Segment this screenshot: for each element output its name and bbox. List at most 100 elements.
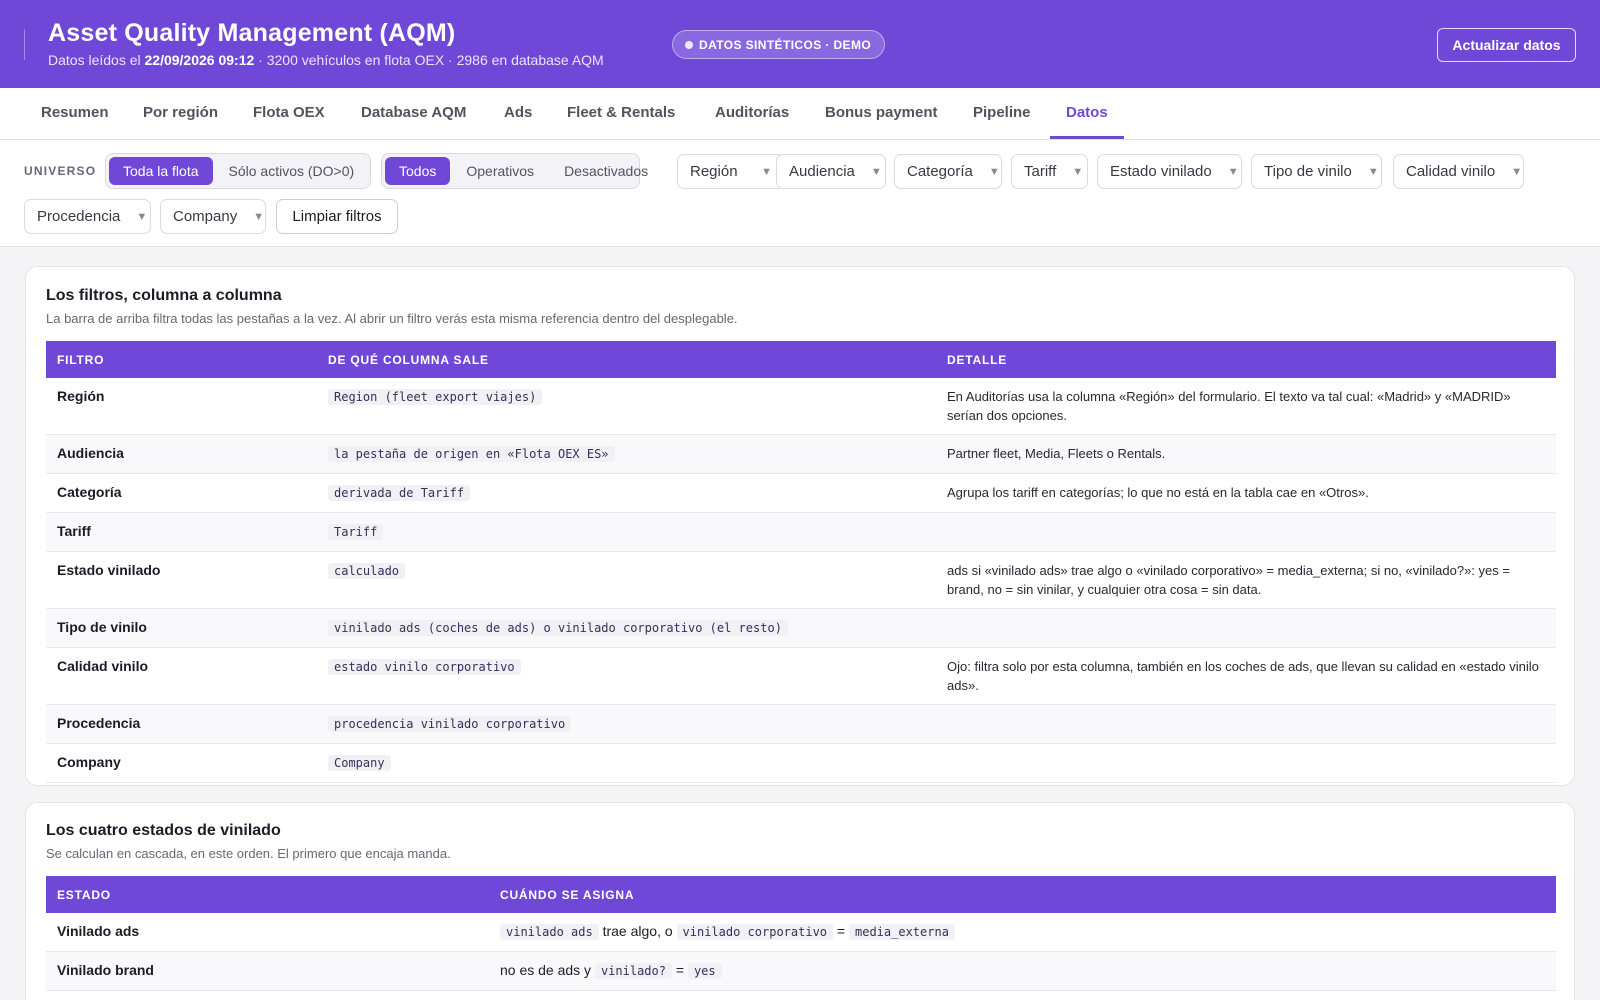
status-option-todos[interactable]: Todos (385, 157, 451, 185)
state-name: Vinilado brand (46, 951, 489, 991)
tab-auditorias[interactable]: Auditorías (715, 88, 789, 139)
dropdown-label: Categoría (907, 163, 973, 180)
filter-detail (936, 704, 1556, 744)
source-column: estado vinilo corporativo (328, 659, 521, 675)
assignment-condition: vinilado ads trae algo, o vinilado corpo… (489, 913, 1556, 952)
table-row: Procedencia procedencia vinilado corporat… (46, 704, 1556, 744)
filter-name: Audiencia (46, 434, 317, 474)
tab-flota-oex[interactable]: Flota OEX (253, 88, 325, 139)
column-header: CUÁNDO SE ASIGNA (489, 876, 1556, 913)
condition-text: = (833, 923, 849, 939)
filter-dropdown-audiencia[interactable]: Audiencia ▼ (776, 154, 886, 189)
table-row: Company Company (46, 743, 1556, 783)
filter-detail (936, 608, 1556, 648)
tab-fleet-rentals[interactable]: Fleet & Rentals (567, 88, 675, 139)
condition-text: = (671, 962, 688, 978)
source-column-cell: la pestaña de origen en «Flota OEX ES» (317, 434, 936, 474)
condition-text: no es de ads y (500, 962, 595, 978)
vinyl-states-card: Los cuatro estados de vinilado Se calcul… (25, 802, 1575, 1000)
filter-name: Procedencia (46, 704, 317, 744)
condition-text: trae algo, o (598, 923, 677, 939)
dropdown-label: Company (173, 208, 238, 225)
filter-name: Tipo de vinilo (46, 608, 317, 648)
dropdown-label: Audiencia (789, 163, 855, 180)
source-column: procedencia vinilado corporativo (328, 716, 572, 732)
table-row: Vinilado ads vinilado ads trae algo, o vi… (46, 913, 1556, 952)
column-name: media_externa (849, 924, 955, 940)
filter-name: Estado vinilado (46, 551, 317, 609)
chevron-down-icon: ▼ (1367, 165, 1379, 178)
column-header: DE QUÉ COLUMNA SALE (317, 341, 936, 378)
filter-dropdown-categoria[interactable]: Categoría ▼ (894, 154, 1002, 189)
source-column-cell: vinilado ads (coches de ads) o vinilado … (317, 608, 936, 648)
status-segmented-control: Todos Operativos Desactivados (381, 153, 648, 189)
source-column: vinilado ads (coches de ads) o vinilado … (328, 620, 788, 636)
source-column: Tariff (328, 524, 384, 540)
subtitle-suffix: · 3200 vehículos en flota OEX · 2986 en … (258, 52, 604, 68)
chevron-down-icon: ▼ (988, 165, 1000, 178)
tab-bonus-payment[interactable]: Bonus payment (825, 88, 938, 139)
column-header: ESTADO (46, 876, 489, 913)
filter-dropdown-region[interactable]: Región ▼ (677, 154, 785, 189)
filter-dropdown-calidad-vinilo[interactable]: Calidad vinilo ▼ (1393, 154, 1524, 189)
app-header: Asset Quality Management (AQM) Datos leí… (0, 0, 1600, 88)
filter-name: Categoría (46, 473, 317, 513)
table-header-row: ESTADO CUÁNDO SE ASIGNA (46, 876, 1556, 913)
filters-reference-card: Los filtros, columna a columna La barra … (25, 266, 1575, 786)
tab-por-region[interactable]: Por región (143, 88, 218, 139)
scope-option-toda-la-flota[interactable]: Toda la flota (109, 157, 213, 185)
filter-detail: ads si «vinilado ads» trae algo o «vinil… (936, 551, 1556, 609)
status-option-operativos[interactable]: Operativos (452, 157, 548, 185)
column-name: vinilado ads (500, 924, 599, 940)
tab-ads[interactable]: Ads (504, 88, 532, 139)
universe-label: UNIVERSO (24, 164, 97, 178)
dropdown-label: Procedencia (37, 208, 121, 225)
source-column: calculado (328, 563, 406, 579)
table-header-row: FILTRO DE QUÉ COLUMNA SALE DETALLE (46, 341, 1556, 378)
table-row: Audiencia la pestaña de origen en «Flota … (46, 434, 1556, 474)
source-column-cell: calculado (317, 551, 936, 609)
filter-name: Company (46, 743, 317, 783)
column-header: DETALLE (936, 341, 1556, 378)
filter-dropdown-tariff[interactable]: Tariff ▼ (1011, 154, 1088, 189)
filter-dropdown-procedencia[interactable]: Procedencia ▼ (24, 199, 151, 234)
dropdown-label: Tipo de vinilo (1264, 163, 1352, 180)
scope-option-solo-activos-do-0[interactable]: Sólo activos (DO>0) (215, 157, 369, 185)
column-name: vinilado? (594, 963, 672, 979)
filter-dropdown-company[interactable]: Company ▼ (160, 199, 266, 234)
card-description: Se calculan en cascada, en este orden. E… (46, 846, 451, 861)
source-column: Region (fleet export viajes) (328, 389, 543, 405)
source-column-cell: Company (317, 743, 936, 783)
source-column: la pestaña de origen en «Flota OEX ES» (328, 446, 615, 462)
source-column-cell: Region (fleet export viajes) (317, 378, 936, 435)
dropdown-label: Tariff (1024, 163, 1057, 180)
tab-resumen[interactable]: Resumen (41, 88, 109, 139)
tab-pipeline[interactable]: Pipeline (973, 88, 1031, 139)
tab-database-aqm[interactable]: Database AQM (361, 88, 466, 139)
filter-detail (936, 743, 1556, 783)
status-option-desactivados[interactable]: Desactivados (550, 157, 662, 185)
filter-bar: UNIVERSO Toda la flota Sólo activos (DO>0… (0, 140, 1600, 247)
filter-dropdown-tipo-de-vinilo[interactable]: Tipo de vinilo ▼ (1251, 154, 1382, 189)
table-row: Tariff Tariff (46, 512, 1556, 552)
read-date: 22/09/2026 09:12 (144, 52, 255, 68)
refresh-data-button[interactable]: Actualizar datos (1437, 28, 1576, 62)
filter-name: Región (46, 378, 317, 435)
source-column-cell: procedencia vinilado corporativo (317, 704, 936, 744)
synthetic-data-badge: DATOS SINTÉTICOS · DEMO (672, 30, 886, 59)
chevron-down-icon: ▼ (1227, 165, 1239, 178)
states-table: ESTADO CUÁNDO SE ASIGNA Vinilado ads vinil… (46, 876, 1556, 991)
column-name: vinilado corporativo (676, 924, 834, 940)
state-name: Vinilado ads (46, 913, 489, 952)
card-title: Los filtros, columna a columna (46, 287, 282, 304)
clear-filters-button[interactable]: Limpiar filtros (276, 199, 398, 234)
filter-detail: Agrupa los tariff en categorías; lo que … (936, 473, 1556, 513)
assignment-condition: no es de ads y vinilado? = yes (489, 951, 1556, 991)
tab-datos[interactable]: Datos (1050, 88, 1124, 139)
source-column: derivada de Tariff (328, 485, 471, 501)
source-column: Company (328, 755, 391, 771)
filter-dropdown-estado-vinilado[interactable]: Estado vinilado ▼ (1097, 154, 1242, 189)
app-title: Asset Quality Management (AQM) (48, 19, 456, 47)
filters-table: FILTRO DE QUÉ COLUMNA SALE DETALLE Región R… (46, 341, 1556, 783)
filter-name: Calidad vinilo (46, 647, 317, 705)
